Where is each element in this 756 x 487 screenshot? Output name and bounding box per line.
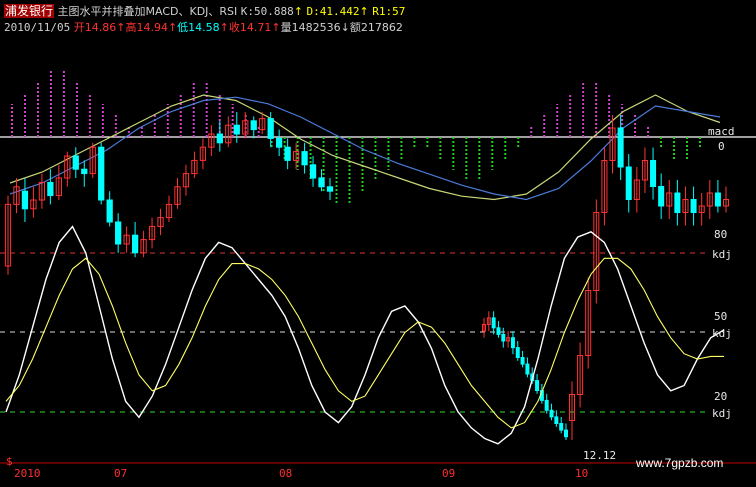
amount-value: 额217862 [349, 21, 403, 34]
kdj-50-label: kdj [712, 327, 732, 340]
candle-body [81, 168, 88, 175]
candle-body [326, 186, 334, 192]
arrow-up-icon: ↑ [167, 21, 178, 34]
candle-body [72, 155, 79, 170]
candle-body [535, 380, 540, 392]
arrow-down-icon: ↓ [340, 21, 350, 34]
candle-body [510, 337, 515, 349]
close-value: 收14.71 [228, 21, 272, 34]
candle-body [549, 409, 554, 418]
ma-slow-line [9, 96, 721, 201]
corner-mark: $ [6, 455, 13, 468]
candle-body [496, 327, 501, 335]
low-value: 低14.58 [177, 21, 220, 34]
candle-body [250, 120, 257, 131]
ma-fast-line [9, 94, 721, 201]
chart-window: 0 macd 80 kdj 50 kdj 20 kdj 12.12 2010 0… [0, 0, 756, 487]
high-value: 高14.94 [125, 21, 168, 34]
candle-body [491, 317, 496, 329]
kdj-k-line [5, 225, 725, 445]
candle-body [309, 164, 317, 179]
arrow-up-icon: ↑ [271, 21, 281, 34]
arrow-up-icon: ↑ [359, 5, 369, 18]
kdj-d-line [5, 257, 724, 429]
k-value: K:50.888 [240, 5, 294, 18]
candle-body [21, 190, 29, 210]
candle-body [714, 192, 721, 207]
candle-body [115, 221, 122, 245]
candle-body [650, 160, 657, 187]
x-tick-08: 08 [279, 467, 292, 480]
candle-body [658, 186, 665, 207]
arrow-up-icon: ↑ [219, 21, 229, 34]
candle-body [564, 429, 568, 438]
kdj-80-label: kdj [712, 248, 732, 261]
candle-body [554, 416, 559, 424]
candle-body [301, 151, 308, 166]
macd-label: macd [708, 125, 735, 138]
stock-name: 浦发银行 [4, 4, 55, 18]
volume-value: 量1482536 [280, 21, 341, 34]
level-50-label: 50 [714, 310, 727, 323]
candle-body [520, 357, 525, 365]
chart-canvas: 0 macd 80 kdj 50 kdj 20 kdj 12.12 2010 0… [0, 71, 756, 480]
candle-body [690, 199, 697, 213]
indicator-title: 主图水平并排叠加MACD、KDJ、RSI [57, 5, 238, 18]
candle-body [47, 181, 54, 197]
candle-body [501, 333, 506, 342]
candle-body [233, 124, 240, 135]
candle-body [276, 137, 283, 148]
x-tick-10: 10 [575, 467, 588, 480]
x-tick-2010: 2010 [14, 467, 41, 480]
candle-body [98, 146, 105, 201]
candle-body [267, 118, 274, 139]
x-tick-09: 09 [442, 467, 455, 480]
candle-body [674, 192, 681, 213]
candle-body [625, 166, 632, 200]
level-zero-label: 0 [718, 140, 725, 153]
kdj-20-label: kdj [712, 407, 732, 420]
bar-date: 2010/11/05 [4, 21, 71, 34]
candle-body [617, 127, 624, 168]
candle-body [525, 363, 530, 375]
candle-body [318, 177, 325, 188]
candle-body [544, 399, 549, 411]
d-value: D:41.442 [306, 5, 360, 18]
r1-value: R1:57 [372, 5, 406, 18]
candle-body [131, 234, 139, 254]
candle-body [515, 347, 520, 359]
level-80-label: 80 [714, 228, 727, 241]
header-line-1: 浦发银行 主图水平并排叠加MACD、KDJ、RSI K:50.888↑ D:41… [4, 2, 405, 19]
candle-body [216, 133, 223, 144]
x-tick-07: 07 [114, 467, 127, 480]
candle-body [284, 146, 291, 161]
min-price-label: 12.12 [583, 449, 616, 462]
header-line-2: 2010/11/05 开14.86↑高14.94↑低14.58↑收14.71↑量… [4, 19, 403, 35]
arrow-up-icon: ↑ [293, 5, 303, 18]
level-20-label: 20 [714, 390, 727, 403]
candle-body [106, 199, 113, 223]
open-value: 开14.86 [73, 21, 117, 34]
candle-body [559, 423, 564, 431]
watermark: www.7gpzb.com [635, 456, 723, 470]
